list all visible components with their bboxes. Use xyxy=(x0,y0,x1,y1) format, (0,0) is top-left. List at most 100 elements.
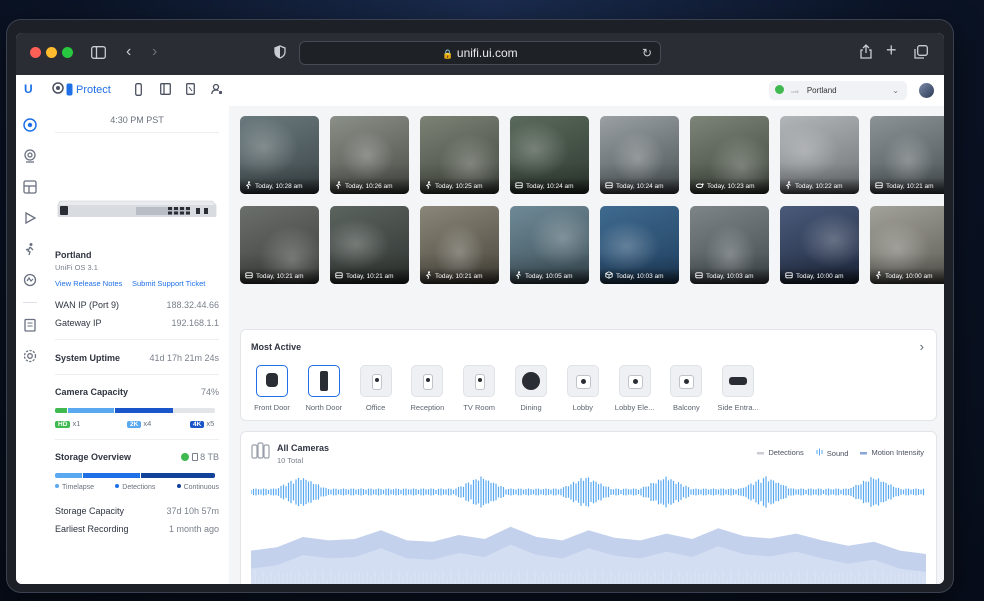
camera-tile[interactable]: North Door xyxy=(299,365,349,412)
thumbnail-time: Today, 10:24 am xyxy=(526,183,574,190)
unifi-logo-icon[interactable]: U xyxy=(24,82,33,96)
detection-thumbnail[interactable]: Today, 10:24 am xyxy=(600,116,679,194)
detection-thumbnail[interactable]: Today, 10:25 am xyxy=(420,116,499,194)
detection-thumbnail[interactable]: Today, 10:21 am xyxy=(240,206,319,284)
thumbnail-time: Today, 10:00 am xyxy=(885,273,933,280)
earliest-value: 1 month ago xyxy=(168,524,219,534)
legend-item[interactable]: Sound xyxy=(816,448,848,458)
chevron-right-icon[interactable]: › xyxy=(920,339,924,354)
capacity-bar xyxy=(55,408,215,413)
disk-icon xyxy=(191,453,198,461)
thumbnail-caption: Today, 10:03 am xyxy=(690,268,769,284)
forward-icon[interactable]: › xyxy=(152,44,157,60)
detection-thumbnail[interactable]: Today, 10:21 am xyxy=(330,206,409,284)
detection-thumbnail[interactable]: Today, 10:21 am xyxy=(870,116,944,194)
legend-item[interactable]: Detections xyxy=(757,448,804,458)
camera-tile[interactable]: Front Door xyxy=(247,365,297,412)
camera-tile[interactable]: Reception xyxy=(402,365,452,412)
detection-thumbnail[interactable]: Today, 10:28 am xyxy=(240,116,319,194)
detections-icon[interactable] xyxy=(23,242,37,256)
settings-gear-icon[interactable] xyxy=(23,349,37,363)
minimize-window-button[interactable] xyxy=(46,47,57,58)
storage-legend-label: Detections xyxy=(122,484,156,491)
legend-item[interactable]: Motion Intensity xyxy=(860,448,924,458)
back-icon[interactable]: ‹ xyxy=(126,44,131,60)
talk-app-icon[interactable] xyxy=(160,83,171,98)
thumbnail-time: Today, 10:22 am xyxy=(795,183,843,190)
tab-overview-icon[interactable] xyxy=(914,45,928,61)
console-time: 4:30 PM PST xyxy=(110,115,164,125)
thumbnail-caption: Today, 10:28 am xyxy=(240,178,319,194)
dashboard-icon[interactable] xyxy=(23,118,37,132)
detection-thumbnail[interactable]: Today, 10:03 am xyxy=(600,206,679,284)
sidebar-toggle-icon[interactable] xyxy=(91,46,106,61)
person-icon xyxy=(875,269,882,284)
camera-tile[interactable]: Side Entra... xyxy=(713,365,763,412)
camera-name: Side Entra... xyxy=(717,403,759,412)
vehicle-icon xyxy=(515,179,523,194)
logs-icon[interactable] xyxy=(23,318,37,332)
browser-window: ‹ › 🔒 unifi.ui.com ↻ + U Protect unifi P… xyxy=(16,33,944,584)
support-ticket-link[interactable]: Submit Support Ticket xyxy=(132,279,205,288)
nvr-device-image xyxy=(56,199,218,221)
thumbnail-time: Today, 10:21 am xyxy=(346,273,394,280)
detection-thumbnail[interactable]: Today, 10:03 am xyxy=(690,206,769,284)
share-icon[interactable] xyxy=(860,44,872,61)
connect-app-icon[interactable] xyxy=(186,83,195,98)
detection-thumbnail[interactable]: Today, 10:05 am xyxy=(510,206,589,284)
sep xyxy=(55,132,219,133)
thumbnail-caption: Today, 10:21 am xyxy=(420,268,499,284)
person-icon xyxy=(785,179,792,194)
camera-tile[interactable]: Balcony xyxy=(661,365,711,412)
avatar[interactable] xyxy=(919,83,934,98)
wan-label: WAN IP (Port 9) xyxy=(55,300,120,310)
detection-thumbnail[interactable]: Today, 10:00 am xyxy=(870,206,944,284)
detection-thumbnail[interactable]: Today, 10:21 am xyxy=(420,206,499,284)
detection-thumbnail[interactable]: Today, 10:24 am xyxy=(510,116,589,194)
camera-tile[interactable]: TV Room xyxy=(454,365,504,412)
detection-thumbnail[interactable]: Today, 10:23 am xyxy=(690,116,769,194)
cameras-icon[interactable] xyxy=(23,149,37,163)
address-bar[interactable]: 🔒 unifi.ui.com ↻ xyxy=(299,41,661,65)
tab-protect[interactable]: Protect xyxy=(76,84,111,96)
thumbnail-time: Today, 10:25 am xyxy=(435,183,483,190)
identity-app-icon[interactable] xyxy=(211,83,223,98)
most-active-card: Most Active › Front Door North Door Office… xyxy=(240,329,937,421)
capacity-label: Camera Capacity xyxy=(55,387,129,397)
camera-name: North Door xyxy=(305,403,343,412)
new-tab-icon[interactable]: + xyxy=(886,41,897,59)
camera-tile[interactable]: Office xyxy=(351,365,401,412)
site-selector[interactable]: unifi Portland ⌄ xyxy=(769,81,907,100)
access-app-icon[interactable] xyxy=(135,83,142,99)
camera-icon xyxy=(359,365,392,397)
maximize-window-button[interactable] xyxy=(62,47,73,58)
detection-thumbnail[interactable]: Today, 10:26 am xyxy=(330,116,409,194)
detection-thumbnail[interactable]: Today, 10:00 am xyxy=(780,206,859,284)
activity-legend: Detections Sound Motion Intensity xyxy=(757,448,924,458)
shield-icon[interactable] xyxy=(274,45,286,61)
sep xyxy=(55,339,219,340)
thumbnail-caption: Today, 10:25 am xyxy=(420,178,499,194)
thumbnail-time: Today, 10:21 am xyxy=(886,183,934,190)
uptime-value: 41d 17h 21m 24s xyxy=(149,353,219,363)
release-notes-link[interactable]: View Release Notes xyxy=(55,279,122,288)
protect-app-icon[interactable] xyxy=(66,83,73,99)
alarm-manager-icon[interactable] xyxy=(23,273,37,287)
storage-size: 8 TB xyxy=(200,452,219,462)
thumbnail-caption: Today, 10:05 am xyxy=(510,268,589,284)
camera-tile[interactable]: Lobby Ele... xyxy=(610,365,660,412)
playback-icon[interactable] xyxy=(23,211,37,225)
grid-view-icon[interactable] xyxy=(23,180,37,194)
most-active-title: Most Active xyxy=(251,342,302,352)
storage-legend-label: Timelapse xyxy=(62,484,95,491)
camera-icon xyxy=(515,365,547,397)
all-cameras-title: All Cameras xyxy=(277,443,330,453)
camera-tile[interactable]: Dining xyxy=(506,365,556,412)
detection-thumbnail[interactable]: Today, 10:22 am xyxy=(780,116,859,194)
close-window-button[interactable] xyxy=(30,47,41,58)
network-app-icon[interactable] xyxy=(52,82,64,97)
vehicle-icon xyxy=(245,269,253,284)
camera-name: Lobby xyxy=(572,403,594,412)
reload-icon[interactable]: ↻ xyxy=(642,42,652,64)
camera-tile[interactable]: Lobby xyxy=(558,365,608,412)
